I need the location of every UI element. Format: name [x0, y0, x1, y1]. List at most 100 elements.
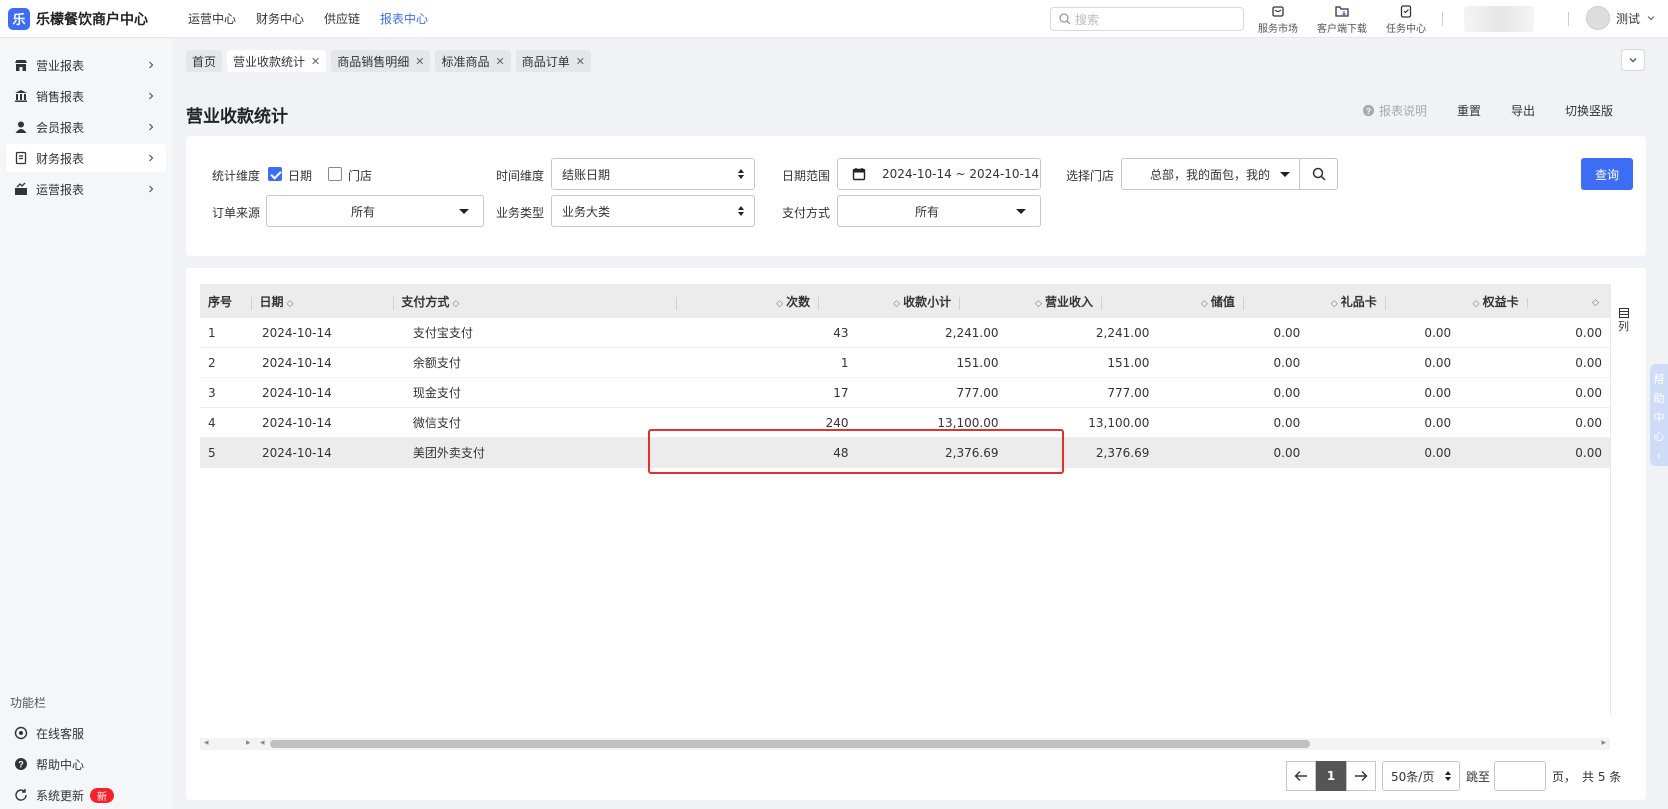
- page-title: 营业收款统计: [186, 107, 288, 127]
- order-source-select[interactable]: 所有: [266, 195, 484, 227]
- sort-icon[interactable]: ◇: [1331, 299, 1338, 309]
- sort-icon[interactable]: ◇: [1473, 299, 1480, 309]
- search-input[interactable]: 搜索: [1050, 7, 1244, 31]
- bank-icon: [14, 89, 28, 103]
- tool-label: 任务中心: [1386, 24, 1426, 35]
- sort-icon[interactable]: ◇: [1035, 299, 1042, 309]
- table-row[interactable]: 3 2024-10-14 现金支付 17 777.00 777.00 0.00 …: [200, 378, 1610, 408]
- sidebar-item-finance[interactable]: 财务报表: [6, 144, 166, 172]
- header-gift-card[interactable]: ◇ 礼品卡: [1242, 293, 1385, 310]
- sort-icon[interactable]: ◇: [776, 299, 783, 309]
- time-dimension-select[interactable]: 结账日期: [551, 158, 755, 190]
- topnav-finance[interactable]: 财务中心: [256, 10, 304, 27]
- close-icon[interactable]: ✕: [415, 55, 424, 68]
- sidebar-item-sales[interactable]: 销售报表: [6, 82, 166, 110]
- sort-icon[interactable]: ◇: [893, 299, 900, 309]
- header-stored-value[interactable]: ◇ 储值: [1100, 293, 1243, 310]
- close-icon[interactable]: ✕: [496, 55, 505, 68]
- cell-revenue: 777.00: [1107, 385, 1150, 400]
- header-benefit-card[interactable]: ◇ 权益卡: [1384, 293, 1527, 310]
- sort-icon[interactable]: ◇: [452, 299, 459, 309]
- sidebar-item-member[interactable]: 会员报表: [6, 113, 166, 141]
- highlight-annotation-box: [648, 429, 1064, 474]
- page-size-select[interactable]: 50条/页: [1382, 761, 1460, 791]
- scroll-right-icon[interactable]: ▸: [246, 738, 251, 748]
- jump-label: 跳至: [1466, 769, 1491, 784]
- column-settings-button[interactable]: 列: [1618, 308, 1629, 334]
- sidebar-item-system-update[interactable]: 系统更新 新: [6, 781, 166, 809]
- tab-product-orders[interactable]: 商品订单 ✕: [515, 50, 591, 72]
- tool-task-center[interactable]: 任务中心: [1380, 4, 1432, 35]
- header-next-column[interactable]: ◇: [1526, 294, 1610, 308]
- header-revenue[interactable]: ◇ 营业收入: [959, 293, 1101, 310]
- topnav-reports[interactable]: 报表中心: [380, 10, 428, 27]
- store-select[interactable]: 总部，我的面包，我的: [1121, 158, 1301, 190]
- header-count[interactable]: ◇ 次数: [676, 293, 818, 310]
- close-icon[interactable]: ✕: [311, 55, 320, 68]
- date-range-picker[interactable]: 2024-10-14 ~ 2024-10-14: [837, 158, 1041, 190]
- query-button[interactable]: 查询: [1581, 158, 1633, 190]
- reset-button[interactable]: 重置: [1457, 102, 1481, 119]
- tab-product-sales[interactable]: 商品销售明细 ✕: [331, 50, 431, 72]
- scrollbar-thumb[interactable]: [270, 740, 1310, 748]
- page-tabs: 首页 营业收款统计 ✕ 商品销售明细 ✕ 标准商品 ✕ 商品订单 ✕: [186, 50, 591, 72]
- tabs-dropdown-button[interactable]: [1621, 49, 1645, 71]
- app-logo[interactable]: 乐 乐檬餐饮商户中心: [0, 7, 172, 30]
- pay-method-select[interactable]: 所有: [837, 195, 1041, 227]
- topnav-ops[interactable]: 运营中心: [188, 10, 236, 27]
- header-date[interactable]: 日期 ◇: [251, 293, 393, 310]
- sort-icon[interactable]: ◇: [286, 299, 293, 309]
- help-center-float-tab[interactable]: 帮 助 中 心 ‹: [1650, 364, 1668, 466]
- page-unit-label: 页，: [1552, 769, 1577, 784]
- date-checkbox[interactable]: [268, 167, 282, 181]
- chart-icon: [14, 182, 28, 196]
- sidebar-item-online-service[interactable]: 在线客服: [6, 719, 166, 747]
- date-checkbox-label: 日期: [288, 169, 313, 183]
- tab-revenue-stats[interactable]: 营业收款统计 ✕: [227, 50, 327, 72]
- header-pay-method[interactable]: 支付方式 ◇: [393, 293, 534, 310]
- biz-type-select[interactable]: 业务大类: [551, 195, 755, 227]
- divider: [1568, 12, 1569, 26]
- export-button[interactable]: 导出: [1511, 102, 1535, 119]
- store-search-button[interactable]: [1299, 158, 1338, 190]
- tab-home[interactable]: 首页: [186, 50, 223, 72]
- table-row[interactable]: 2 2024-10-14 余额支付 1 151.00 151.00 0.00 0…: [200, 348, 1610, 378]
- switch-vertical-button[interactable]: 切换竖版: [1565, 102, 1613, 119]
- help-float-char: 心: [1653, 430, 1665, 443]
- topnav-supply[interactable]: 供应链: [324, 10, 360, 27]
- sort-icon[interactable]: ◇: [1592, 298, 1599, 308]
- scroll-left-icon[interactable]: ◂: [260, 738, 265, 748]
- store-checkbox[interactable]: [328, 167, 342, 181]
- jump-page-input[interactable]: [1494, 761, 1547, 791]
- sidebar-item-help[interactable]: ? 帮助中心: [6, 750, 166, 778]
- sidebar-item-label: 系统更新: [36, 788, 85, 803]
- sort-icon[interactable]: ◇: [1201, 299, 1208, 309]
- cell-gift-card: 0.00: [1424, 445, 1452, 460]
- close-icon[interactable]: ✕: [576, 55, 585, 68]
- tool-client-download[interactable]: 客户端下载: [1316, 4, 1368, 35]
- cell-revenue: 2,241.00: [1095, 325, 1150, 340]
- report-help-link[interactable]: ? 报表说明: [1362, 102, 1427, 119]
- page-number-current[interactable]: 1: [1316, 761, 1346, 791]
- tool-service-market[interactable]: 服务市场: [1252, 4, 1304, 35]
- scroll-left-icon[interactable]: ◂: [204, 738, 209, 748]
- horizontal-scrollbar[interactable]: ◂ ▸ ◂ ▸: [200, 738, 1610, 750]
- sidebar-bottom: 在线客服 ? 帮助中心 系统更新 新: [0, 716, 172, 809]
- prev-page-button[interactable]: [1286, 761, 1316, 791]
- column-settings-label: 列: [1618, 320, 1629, 333]
- cell-pay-method: 余额支付: [412, 356, 461, 370]
- user-menu[interactable]: 测试: [1586, 6, 1656, 30]
- svg-text:?: ?: [1366, 106, 1371, 116]
- table-row[interactable]: 1 2024-10-14 支付宝支付 43 2,241.00 2,241.00 …: [200, 318, 1610, 348]
- next-page-button[interactable]: [1346, 761, 1376, 791]
- sidebar-item-business[interactable]: 营业报表: [6, 51, 166, 79]
- cell-gift-card: 0.00: [1424, 355, 1452, 370]
- cell-subtotal: 13,100.00: [937, 415, 999, 430]
- tab-standard-products[interactable]: 标准商品 ✕: [435, 50, 511, 72]
- header-collection-subtotal[interactable]: ◇ 收款小计: [818, 293, 959, 310]
- chevron-right-icon: [149, 185, 154, 193]
- header-index: 序号: [208, 294, 233, 309]
- sidebar-item-operation[interactable]: 运营报表: [6, 175, 166, 203]
- function-section-label: 功能栏: [10, 696, 47, 710]
- scroll-right-icon[interactable]: ▸: [1601, 738, 1606, 748]
